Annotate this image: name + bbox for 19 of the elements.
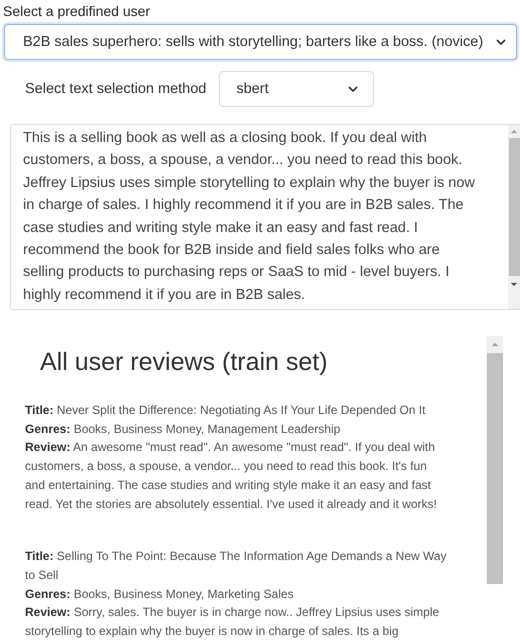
scroll-up-icon[interactable]	[510, 129, 518, 134]
method-dropdown[interactable]: sbert	[219, 71, 374, 107]
scroll-down-icon[interactable]	[510, 282, 518, 287]
review-text: Review: An awesome "must read". An awesome "must read". If you deal with customers, a boss, a spouse, a vendor... you need to read this book. It's fun and entertaining. The case studies and writing style make it an easy and fast read. Yet the stories are absolutely essential. I've used it already and it works!	[25, 439, 438, 513]
chevron-down-icon	[348, 86, 358, 92]
field-label: Select a predifined user	[2, 2, 152, 21]
field-label: Select text selection method	[25, 81, 206, 97]
user-dropdown[interactable]: B2B sales superhero: sells with storytelling; barters like a boss. (novice)	[4, 24, 517, 60]
review-text: Genres: Books, Business Money, Management Leadership	[25, 420, 342, 438]
chevron-down-icon	[496, 39, 506, 45]
scrollbar[interactable]	[508, 125, 520, 309]
section-heading: All user reviews (train set)	[40, 348, 329, 377]
review-text: Title: Never Split the Difference: Negotiating As If Your Life Depended On It	[25, 402, 426, 419]
review-text: Genres: Books, Business Money, Marketing Sales	[25, 586, 295, 603]
scroll-up-icon[interactable]	[490, 342, 498, 347]
scrollbar[interactable]	[486, 336, 503, 584]
review-text: Title: Selling To The Point: Because The Information Age Demands a New Way to Sell	[25, 548, 448, 584]
review-text: Review: Sorry, sales. The buyer is in charge now.. Jeffrey Lipsius uses simple storytelling to explain why the buyer is now in charge of sales. Its a big	[25, 604, 440, 640]
text-area[interactable]: This is a selling book as well as a closing book. If you deal with customers, a boss, a spouse, a vendor... you need to read this book. Jeffrey Lipsius uses simple storytelling to explain why the buyer is now in charge of sales. I highly recommend it if you are in B2B sales. The case studies and writing style make it an easy and fast read. I recommend the book for B2B inside and field sales folks who are selling products to purchasing reps or SaaS to mid - level buyers. I highly recommend it if you are in B2B sales.	[10, 124, 520, 310]
